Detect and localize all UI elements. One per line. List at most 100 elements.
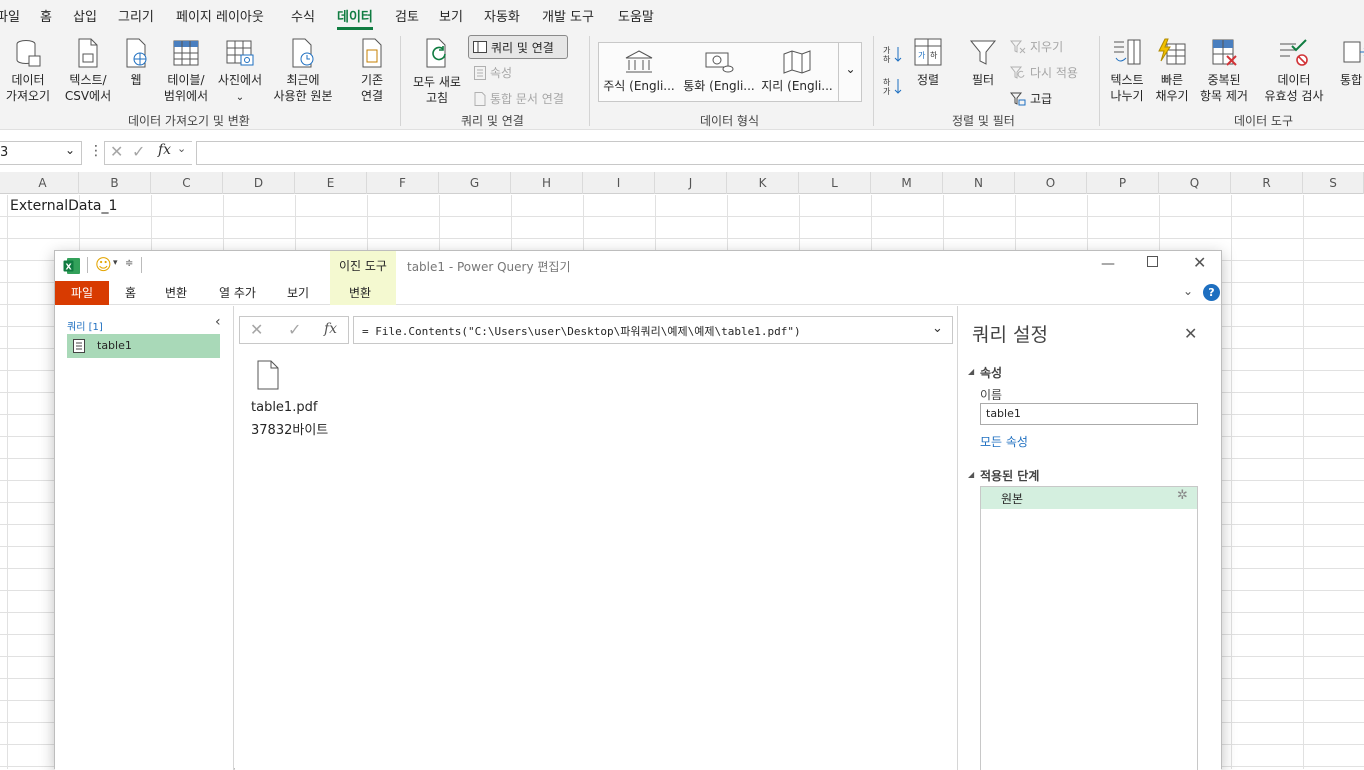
tab-help[interactable]: 도움말 [618,6,654,25]
pq-formula-text: = File.Contents("C:\Users\user\Desktop\파… [362,325,801,338]
data-validation-button[interactable]: 데이터 유효성 검사 [1254,38,1334,104]
column-header-j[interactable]: J [655,172,727,194]
column-header-n[interactable]: N [943,172,1015,194]
tab-insert[interactable]: 삽입 [73,6,97,25]
column-header-b[interactable]: B [79,172,151,194]
pq-tab-transform[interactable]: 변환 [165,284,187,301]
edit-links-button[interactable]: 통합 문서 연결 [474,90,564,107]
column-header-g[interactable]: G [439,172,511,194]
column-header-m[interactable]: M [871,172,943,194]
sort-descending-button[interactable]: 하가 [882,76,904,100]
queries-connections-button[interactable]: 쿼리 및 연결 [468,35,568,59]
smile-feedback-icon[interactable]: ☺ [95,255,112,274]
minimize-icon[interactable]: — [1101,256,1115,272]
tab-review[interactable]: 검토 [395,6,419,25]
enter-icon[interactable]: ✓ [132,142,145,161]
column-header-q[interactable]: Q [1159,172,1231,194]
collapse-pane-icon[interactable]: ‹ [215,314,221,330]
remove-duplicates-button[interactable]: 중복된 항목 제거 [1196,38,1252,104]
clear-filter-button[interactable]: 지우기 [1010,38,1063,55]
all-properties-link[interactable]: 모든 속성 [980,433,1028,450]
web-button[interactable]: 웹 [120,38,152,88]
svg-text:가: 가 [918,51,926,60]
step-source[interactable]: 원본 ✲ [981,487,1197,509]
pq-tab-view[interactable]: 보기 [287,284,309,301]
close-icon[interactable]: ✕ [1193,253,1206,272]
tab-page-layout[interactable]: 페이지 레이아웃 [176,6,264,25]
existing-connections-button[interactable]: 기존 연결 [352,38,392,104]
chevron-down-icon[interactable]: ⌄ [932,321,943,336]
insert-function-icon[interactable]: fx [324,321,337,337]
column-header-i[interactable]: I [583,172,655,194]
column-header-s[interactable]: S [1303,172,1364,194]
web-label: 웹 [130,73,142,87]
gear-icon[interactable]: ✲ [1177,488,1188,503]
filter-button[interactable]: 필터 [964,38,1002,88]
collapse-triangle-icon[interactable]: ◢ [968,470,974,479]
stocks-button[interactable]: 주식 (Engli... [602,50,676,94]
edit-links-icon [474,91,486,106]
cancel-icon[interactable]: ✕ [110,142,123,161]
recent-sources-button[interactable]: 최근에 사용한 원본 [270,38,336,104]
reapply-button[interactable]: 다시 적용 [1010,64,1078,81]
formula-input[interactable] [196,141,1364,165]
tab-view[interactable]: 보기 [439,6,463,25]
table-range-button[interactable]: 테이블/ 범위에서 [158,38,214,104]
help-icon[interactable]: ? [1203,284,1220,301]
collapse-triangle-icon[interactable]: ◢ [968,367,974,376]
refresh-all-button[interactable]: 모두 새로 고침 [408,38,466,106]
text-to-columns-button[interactable]: 텍스트 나누기 [1104,38,1150,104]
column-header-a[interactable]: A [7,172,79,194]
pq-tab-home[interactable]: 홈 [125,284,136,301]
text-csv-button[interactable]: 텍스트/ CSV에서 [60,38,116,104]
cell-a1[interactable]: ExternalData_1 [10,198,117,214]
maximize-icon[interactable] [1147,256,1158,267]
chevron-down-icon: ⌄ [177,142,187,155]
column-header-c[interactable]: C [151,172,223,194]
column-header-r[interactable]: R [1231,172,1303,194]
from-picture-button[interactable]: 사진에서 ⌄ [214,38,266,106]
quick-access-customize-icon[interactable]: ≑ [125,258,133,269]
query-item-table1[interactable]: table1 [67,334,220,358]
sort-ascending-icon: 가하 [883,46,902,64]
enter-icon[interactable]: ✓ [288,320,301,339]
sort-button[interactable]: 가하 정렬 [910,38,946,88]
chevron-down-icon[interactable]: ⌄ [1183,284,1193,298]
tab-developer[interactable]: 개발 도구 [542,6,594,25]
pq-tab-add-column[interactable]: 열 추가 [219,284,256,301]
column-header-l[interactable]: L [799,172,871,194]
column-header-f[interactable]: F [367,172,439,194]
tab-file[interactable]: 파일 [0,6,20,25]
sort-ascending-button[interactable]: 가하 [882,44,904,68]
column-header-d[interactable]: D [223,172,295,194]
cancel-icon[interactable]: ✕ [250,320,263,339]
column-header-k[interactable]: K [727,172,799,194]
pq-formula-bar[interactable]: = File.Contents("C:\Users\user\Desktop\파… [353,316,953,344]
menu-bar: 파일 홈 삽입 그리기 페이지 레이아웃 수식 데이터 검토 보기 자동화 개발… [0,0,1364,30]
query-name-field[interactable]: table1 [980,403,1198,425]
tab-formulas[interactable]: 수식 [291,6,315,25]
flash-fill-button[interactable]: 빠른 채우기 [1150,38,1194,104]
advanced-filter-button[interactable]: 고급 [1010,90,1052,107]
name-box[interactable]: 3 ⌄ [0,141,82,165]
column-header-e[interactable]: E [295,172,367,194]
pq-tab-binary-transform[interactable]: 변환 [349,284,371,301]
insert-function-icon[interactable]: fx [158,142,171,158]
column-header-o[interactable]: O [1015,172,1087,194]
close-icon[interactable]: ✕ [1184,324,1197,343]
pq-tab-file[interactable]: 파일 [55,281,109,305]
consolidate-button[interactable]: 통합 [1340,38,1364,88]
tab-automate[interactable]: 자동화 [484,6,520,25]
tab-draw[interactable]: 그리기 [118,6,154,25]
column-header-h[interactable]: H [511,172,583,194]
geography-button[interactable]: 지리 (Engli... [760,50,834,94]
more-options-icon[interactable]: ⋮ [89,143,103,159]
tab-home[interactable]: 홈 [40,6,52,25]
properties-button[interactable]: 속성 [474,64,512,81]
get-data-button[interactable]: 데이터 가져오기 [0,38,56,104]
column-header-p[interactable]: P [1087,172,1159,194]
tab-data[interactable]: 데이터 [337,6,373,30]
file-name-link[interactable]: table1.pdf [251,400,317,415]
gallery-expand-button[interactable]: ⌄ [838,42,862,102]
currency-button[interactable]: 통화 (Engli... [682,50,756,94]
